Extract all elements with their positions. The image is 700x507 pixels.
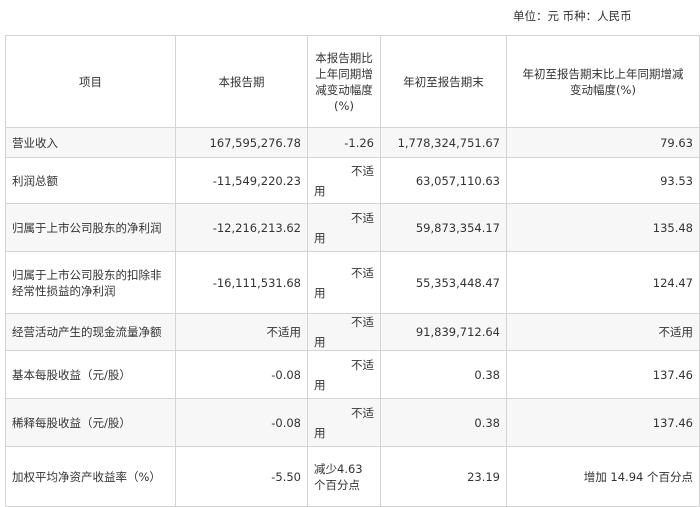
not-applicable-text: 不适用 bbox=[314, 210, 374, 246]
cell-current-change: 不适用 bbox=[307, 251, 381, 314]
header-item: 项目 bbox=[5, 35, 176, 128]
cell-current: 不适用 bbox=[175, 313, 308, 351]
cell-item: 基本每股收益（元/股） bbox=[5, 350, 176, 399]
header-current-change: 本报告期比上年同期增减变动幅度(%) bbox=[307, 35, 381, 128]
cell-item: 利润总额 bbox=[5, 157, 176, 204]
not-applicable-part: 用 bbox=[314, 425, 326, 440]
cell-item: 归属于上市公司股东的净利润 bbox=[5, 203, 176, 252]
header-current: 本报告期 bbox=[175, 35, 308, 128]
not-applicable-part: 用 bbox=[314, 335, 326, 349]
header-ytd-change: 年初至报告期末比上年同期增减变动幅度(%) bbox=[506, 35, 700, 128]
cell-current-change: 不适用 bbox=[307, 157, 381, 204]
not-applicable-text: 不适用 bbox=[314, 357, 374, 393]
not-applicable-text: 不适用 bbox=[314, 163, 374, 199]
cell-ytd: 91,839,712.64 bbox=[380, 313, 507, 351]
financial-table: 项目 本报告期 本报告期比上年同期增减变动幅度(%) 年初至报告期末 年初至报告… bbox=[5, 35, 700, 507]
table-row: 稀释每股收益（元/股） -0.08 不适用 0.38 137.46 bbox=[5, 398, 700, 447]
cell-ytd-change: 135.48 bbox=[506, 203, 700, 252]
cell-ytd-change: 不适用 bbox=[506, 313, 700, 351]
cell-current: -12,216,213.62 bbox=[175, 203, 308, 252]
not-applicable-part: 用 bbox=[314, 377, 326, 392]
table-row: 经营活动产生的现金流量净额 不适用 不适用 91,839,712.64 不适用 bbox=[5, 313, 700, 351]
cell-current-change: 不适用 bbox=[307, 398, 381, 447]
table-row: 利润总额 -11,549,220.23 不适用 63,057,110.63 93.53 bbox=[5, 157, 700, 204]
cell-item: 加权平均净资产收益率（%） bbox=[5, 446, 176, 507]
not-applicable-part: 不适 bbox=[351, 210, 374, 225]
cell-current: -5.50 bbox=[175, 446, 308, 507]
cell-item: 稀释每股收益（元/股） bbox=[5, 398, 176, 447]
cell-current: -11,549,220.23 bbox=[175, 157, 308, 204]
cell-ytd: 0.38 bbox=[380, 350, 507, 399]
cell-current-change: 不适用 bbox=[307, 313, 381, 351]
table-row: 营业收入 167,595,276.78 -1.26 1,778,324,751.67 7… bbox=[5, 127, 700, 158]
cell-ytd-change: 79.63 bbox=[506, 127, 700, 158]
not-applicable-part: 不适 bbox=[351, 357, 374, 372]
cell-ytd-change: 137.46 bbox=[506, 350, 700, 399]
cell-current-change: -1.26 bbox=[307, 127, 381, 158]
cell-ytd: 63,057,110.63 bbox=[380, 157, 507, 204]
cell-current-change: 不适用 bbox=[307, 350, 381, 399]
not-applicable-text: 不适用 bbox=[314, 405, 374, 441]
not-applicable-part: 用 bbox=[314, 285, 326, 300]
not-applicable-text: 不适用 bbox=[314, 314, 374, 350]
table-header-row: 项目 本报告期 本报告期比上年同期增减变动幅度(%) 年初至报告期末 年初至报告… bbox=[5, 35, 700, 128]
cell-current-change: 减少4.63 个百分点 bbox=[307, 446, 381, 507]
cell-ytd: 55,353,448.47 bbox=[380, 251, 507, 314]
not-applicable-text: 不适用 bbox=[314, 265, 374, 301]
cell-ytd: 0.38 bbox=[380, 398, 507, 447]
table-row: 加权平均净资产收益率（%） -5.50 减少4.63 个百分点 23.19 增加 14.… bbox=[5, 446, 700, 507]
not-applicable-part: 不适 bbox=[351, 405, 374, 420]
cell-ytd-change: 137.46 bbox=[506, 398, 700, 447]
cell-ytd: 1,778,324,751.67 bbox=[380, 127, 507, 158]
table-row: 归属于上市公司股东的净利润 -12,216,213.62 不适用 59,873,354… bbox=[5, 203, 700, 252]
cell-current: -16,111,531.68 bbox=[175, 251, 308, 314]
cell-current-change: 不适用 bbox=[307, 203, 381, 252]
cell-ytd: 59,873,354.17 bbox=[380, 203, 507, 252]
unit-note: 单位：元 币种：人民币 bbox=[513, 9, 632, 23]
not-applicable-part: 用 bbox=[314, 230, 326, 245]
not-applicable-part: 不适 bbox=[351, 163, 374, 178]
cell-ytd: 23.19 bbox=[380, 446, 507, 507]
not-applicable-part: 不适 bbox=[351, 265, 374, 280]
cell-current: -0.08 bbox=[175, 398, 308, 447]
cell-ytd-change: 93.53 bbox=[506, 157, 700, 204]
table-row: 基本每股收益（元/股） -0.08 不适用 0.38 137.46 bbox=[5, 350, 700, 399]
header-ytd: 年初至报告期末 bbox=[380, 35, 507, 128]
cell-ytd-change: 增加 14.94 个百分点 bbox=[506, 446, 700, 507]
cell-ytd-change: 124.47 bbox=[506, 251, 700, 314]
cell-current: 167,595,276.78 bbox=[175, 127, 308, 158]
cell-item: 经营活动产生的现金流量净额 bbox=[5, 313, 176, 351]
cell-item: 归属于上市公司股东的扣除非经常性损益的净利润 bbox=[5, 251, 176, 314]
cell-item: 营业收入 bbox=[5, 127, 176, 158]
not-applicable-part: 用 bbox=[314, 183, 326, 198]
not-applicable-part: 不适 bbox=[351, 315, 374, 329]
cell-current: -0.08 bbox=[175, 350, 308, 399]
table-row: 归属于上市公司股东的扣除非经常性损益的净利润 -16,111,531.68 不适用 5… bbox=[5, 251, 700, 314]
